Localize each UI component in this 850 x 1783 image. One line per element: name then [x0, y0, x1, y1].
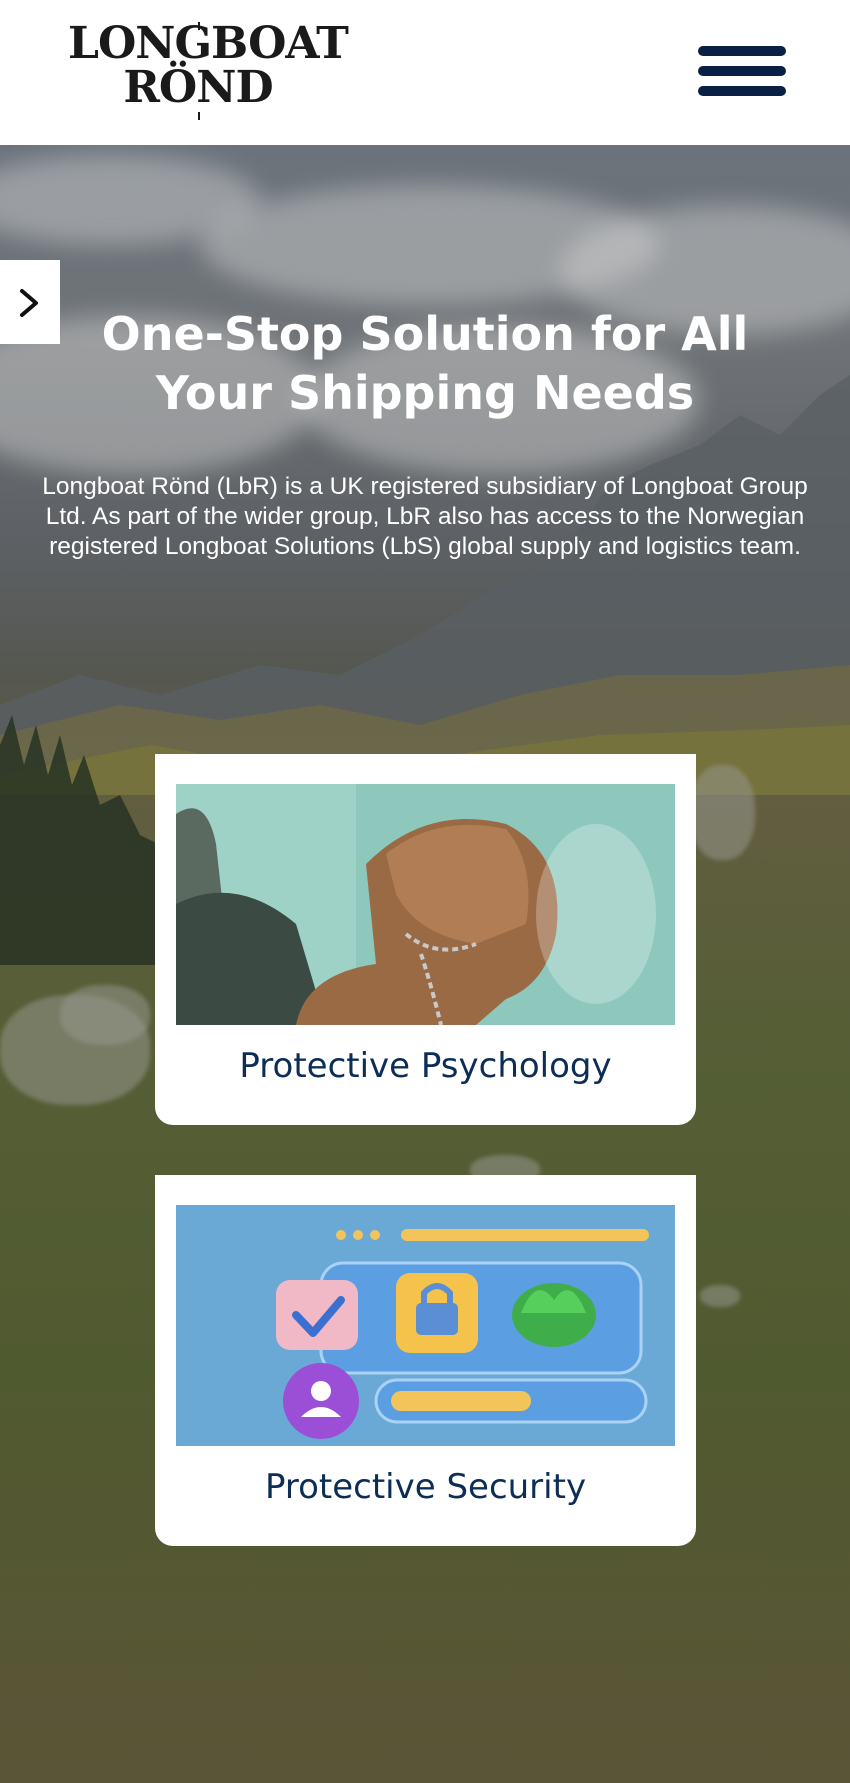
- chevron-right-icon: [20, 289, 38, 317]
- service-card-protective-psychology[interactable]: Protective Psychology: [155, 754, 696, 1125]
- hero-title: One-Stop Solution for All Your Shipping …: [101, 307, 749, 420]
- protective-psychology-image: [176, 784, 675, 1025]
- site-header: LONGBOAT RÖND: [0, 0, 850, 145]
- longboat-rond-logo[interactable]: LONGBOAT RÖND: [68, 22, 349, 122]
- card-label: Protective Psychology: [239, 1046, 612, 1086]
- slider-next-button[interactable]: [0, 260, 60, 344]
- hamburger-menu-icon[interactable]: [698, 46, 786, 98]
- protective-security-image: [176, 1205, 675, 1446]
- logo-top-mark: [198, 22, 200, 30]
- tree-line: [0, 715, 160, 965]
- logo-line-2: RÖND: [123, 62, 273, 113]
- logo-bottom-mark: [198, 112, 200, 120]
- card-label: Protective Security: [264, 1467, 587, 1507]
- hero-description: Longboat Rönd (LbR) is a UK registered s…: [42, 473, 808, 560]
- service-card-protective-security[interactable]: Protective Security: [155, 1175, 696, 1546]
